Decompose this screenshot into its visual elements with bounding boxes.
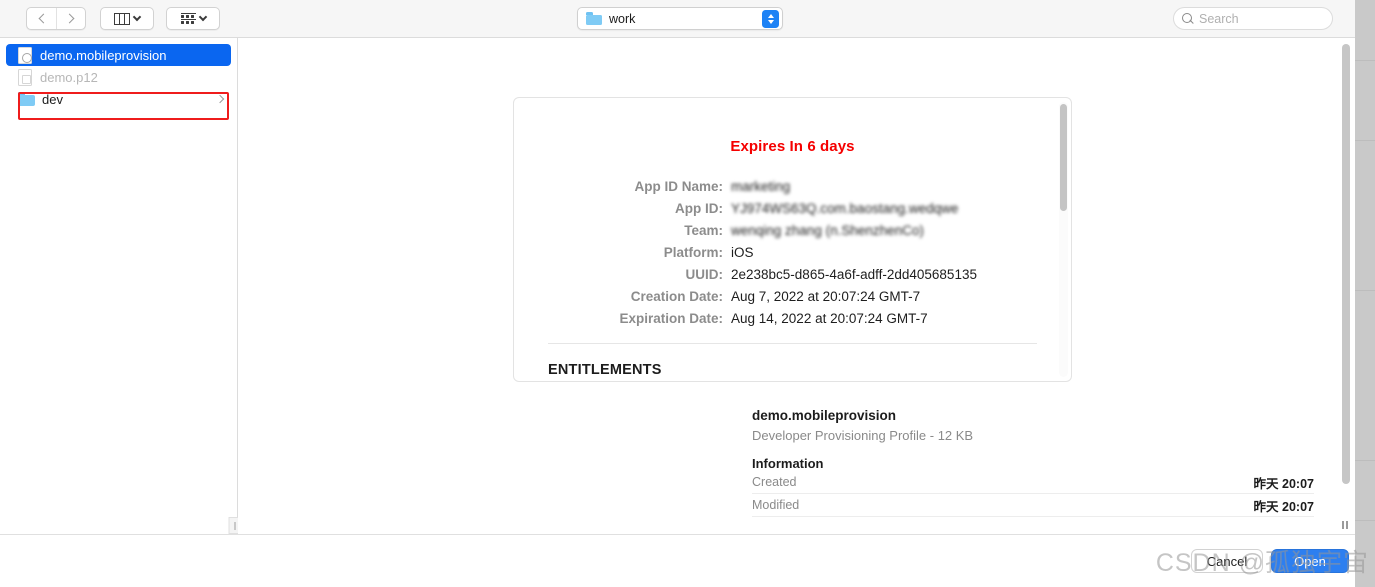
info-row-key: Created — [752, 475, 797, 489]
chevron-left-icon — [38, 13, 48, 24]
detail-row-team: Team: wenqing zhang (n.ShenzhenCo) — [548, 223, 1037, 241]
search-field[interactable]: Search — [1173, 7, 1333, 30]
detail-label: Team: — [684, 223, 723, 238]
detail-row-creation-date: Creation Date: Aug 7, 2022 at 20:07:24 G… — [548, 289, 1037, 307]
detail-row-uuid: UUID: 2e238bc5-d865-4a6f-adff-2dd4056851… — [548, 267, 1037, 285]
file-browser-column[interactable]: demo.mobileprovision demo.p12 dev — [0, 38, 246, 534]
section-divider — [548, 343, 1037, 344]
info-row-modified: Modified 昨天 20:07 — [752, 494, 1314, 517]
list-item-dev[interactable]: dev — [6, 88, 231, 110]
forward-button[interactable] — [56, 8, 85, 29]
profile-detail-table: App ID Name: marketing App ID: YJ974WS63… — [548, 179, 1037, 329]
detail-value: 2e238bc5-d865-4a6f-adff-2dd405685135 — [731, 267, 977, 282]
list-item-demo-mobileprovision[interactable]: demo.mobileprovision — [6, 44, 231, 66]
chevron-down-icon — [132, 12, 142, 22]
detail-label: Creation Date: — [630, 289, 723, 304]
detail-value: Aug 14, 2022 at 20:07:24 GMT-7 — [731, 311, 928, 326]
document-icon — [18, 46, 32, 64]
dialog-toolbar: work Search — [0, 0, 1355, 38]
preview-scrollbar[interactable] — [1059, 102, 1068, 377]
search-placeholder: Search — [1199, 11, 1239, 26]
info-row-key: Modified — [752, 498, 800, 512]
path-popup-button[interactable]: work — [577, 7, 783, 30]
search-icon — [1182, 13, 1193, 24]
group-by-button[interactable] — [166, 7, 220, 30]
detail-row-expiration-date: Expiration Date: Aug 14, 2022 at 20:07:2… — [548, 311, 1037, 329]
detail-value: YJ974WS63Q.com.baostang.wedqwe — [731, 201, 959, 216]
folder-icon — [586, 12, 602, 25]
group-by-control — [154, 7, 220, 30]
info-row-created: Created 昨天 20:07 — [752, 471, 1314, 494]
document-icon — [18, 68, 32, 86]
back-button[interactable] — [27, 8, 56, 29]
info-kind-and-size: Developer Provisioning Profile - 12 KB — [752, 428, 974, 443]
detail-value: iOS — [731, 245, 754, 260]
detail-label: App ID Name: — [634, 179, 723, 194]
detail-row-platform: Platform: iOS — [548, 245, 1037, 263]
dialog-body: demo.mobileprovision demo.p12 dev Expire… — [0, 38, 1355, 534]
chevron-right-icon — [64, 13, 75, 24]
detail-value: Aug 7, 2022 at 20:07:24 GMT-7 — [731, 289, 921, 304]
detail-value: wenqing zhang (n.ShenzhenCo) — [731, 223, 924, 238]
list-item-label: demo.mobileprovision — [40, 47, 167, 63]
content-resize-grip[interactable] — [1337, 517, 1353, 532]
expiry-warning: Expires In 6 days — [730, 138, 855, 155]
preview-scrollbar-thumb[interactable] — [1060, 104, 1067, 211]
list-item-label: dev — [42, 91, 63, 107]
list-item-label: demo.p12 — [40, 69, 98, 85]
info-row-value: 昨天 20:07 — [1253, 499, 1314, 514]
navigation-buttons — [26, 7, 86, 30]
content-scrollbar[interactable] — [1341, 44, 1351, 512]
preview-column: Expires In 6 days App ID Name: marketing… — [238, 38, 1355, 534]
info-row-value: 昨天 20:07 — [1253, 476, 1314, 491]
detail-row-app-id: App ID: YJ974WS63Q.com.baostang.wedqwe — [548, 201, 1037, 219]
detail-label: UUID: — [685, 267, 724, 282]
content-scrollbar-thumb[interactable] — [1342, 44, 1350, 484]
detail-value: marketing — [731, 179, 791, 194]
folder-icon — [18, 92, 35, 106]
chevron-down-icon — [198, 12, 207, 22]
info-filename: demo.mobileprovision — [752, 408, 897, 423]
detail-label: App ID: — [675, 201, 723, 216]
group-grid-icon — [180, 12, 196, 25]
detail-row-app-id-name: App ID Name: marketing — [548, 179, 1037, 197]
chevron-right-icon — [215, 94, 225, 104]
open-button[interactable]: Open — [1271, 549, 1349, 573]
detail-label: Expiration Date: — [619, 311, 723, 326]
file-info-panel: demo.mobileprovision Developer Provision… — [752, 408, 1314, 534]
path-stepper-icon[interactable] — [762, 9, 779, 28]
dialog-footer: Cancel Open — [0, 534, 1355, 587]
list-item-demo-p12[interactable]: demo.p12 — [6, 66, 231, 88]
detail-label: Platform: — [663, 245, 723, 260]
view-mode-control — [86, 7, 154, 30]
profile-title — [548, 114, 1037, 133]
view-mode-button[interactable] — [100, 7, 154, 30]
entitlements-heading: ENTITLEMENTS — [548, 362, 662, 378]
column-view-icon — [114, 12, 130, 25]
cancel-button[interactable]: Cancel — [1191, 549, 1263, 573]
path-label: work — [609, 11, 636, 26]
file-open-dialog: work Search demo.mobileprovision demo.p1… — [0, 0, 1355, 587]
provisioning-profile-preview: Expires In 6 days App ID Name: marketing… — [513, 97, 1072, 382]
info-section-title: Information — [752, 456, 824, 471]
